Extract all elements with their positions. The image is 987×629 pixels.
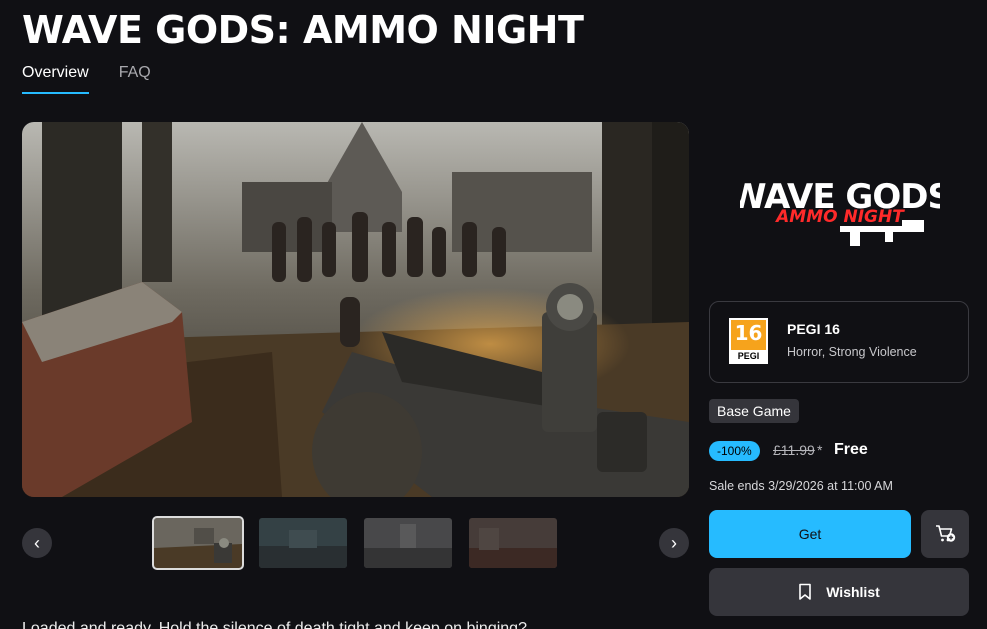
thumbnail-3[interactable]: [364, 518, 452, 568]
add-to-cart-button[interactable]: [921, 510, 969, 558]
price-asterisk: *: [817, 442, 823, 458]
pegi-age: 16: [734, 321, 763, 345]
carousel-next-button[interactable]: ›: [659, 528, 689, 558]
carousel-prev-button[interactable]: ‹: [22, 528, 52, 558]
description-teaser: Loaded and ready. Hold the silence of de…: [22, 620, 527, 629]
thumbnail-1[interactable]: [152, 516, 244, 570]
bookmark-icon: [799, 583, 812, 600]
edition-badge: Base Game: [709, 399, 799, 423]
pegi-word: PEGI: [731, 350, 766, 362]
rating-title: PEGI 16: [787, 321, 840, 337]
chevron-left-icon: ‹: [34, 532, 40, 553]
tab-faq[interactable]: FAQ: [119, 64, 151, 94]
discount-badge: -100%: [709, 441, 760, 461]
hero-screenshot[interactable]: [22, 122, 689, 497]
chevron-right-icon: ›: [671, 532, 677, 553]
page-title: WAVE GODS: AMMO NIGHT: [22, 8, 584, 52]
tab-overview[interactable]: Overview: [22, 64, 89, 94]
get-button[interactable]: Get: [709, 510, 911, 558]
wishlist-button[interactable]: Wishlist: [709, 568, 969, 616]
pegi-16-icon: 16 PEGI: [729, 318, 768, 364]
thumbnail-4[interactable]: [469, 518, 557, 568]
wishlist-label: Wishlist: [826, 584, 880, 600]
rating-descriptors: Horror, Strong Violence: [787, 345, 917, 359]
add-to-cart-icon: [936, 525, 956, 542]
tab-bar: Overview FAQ: [22, 64, 151, 94]
store-page: WAVE GODS: AMMO NIGHT Overview FAQ ‹ › L…: [0, 0, 987, 629]
svg-text:AMMO NIGHT: AMMO NIGHT: [774, 207, 905, 227]
game-logo: WAVE GODS AMMO NIGHT: [729, 162, 952, 252]
thumbnail-2[interactable]: [259, 518, 347, 568]
age-rating-card: 16 PEGI PEGI 16 Horror, Strong Violence: [709, 301, 969, 383]
current-price: Free: [834, 441, 868, 458]
original-price: £11.99: [773, 442, 815, 458]
sale-ends-text: Sale ends 3/29/2026 at 11:00 AM: [709, 479, 893, 493]
